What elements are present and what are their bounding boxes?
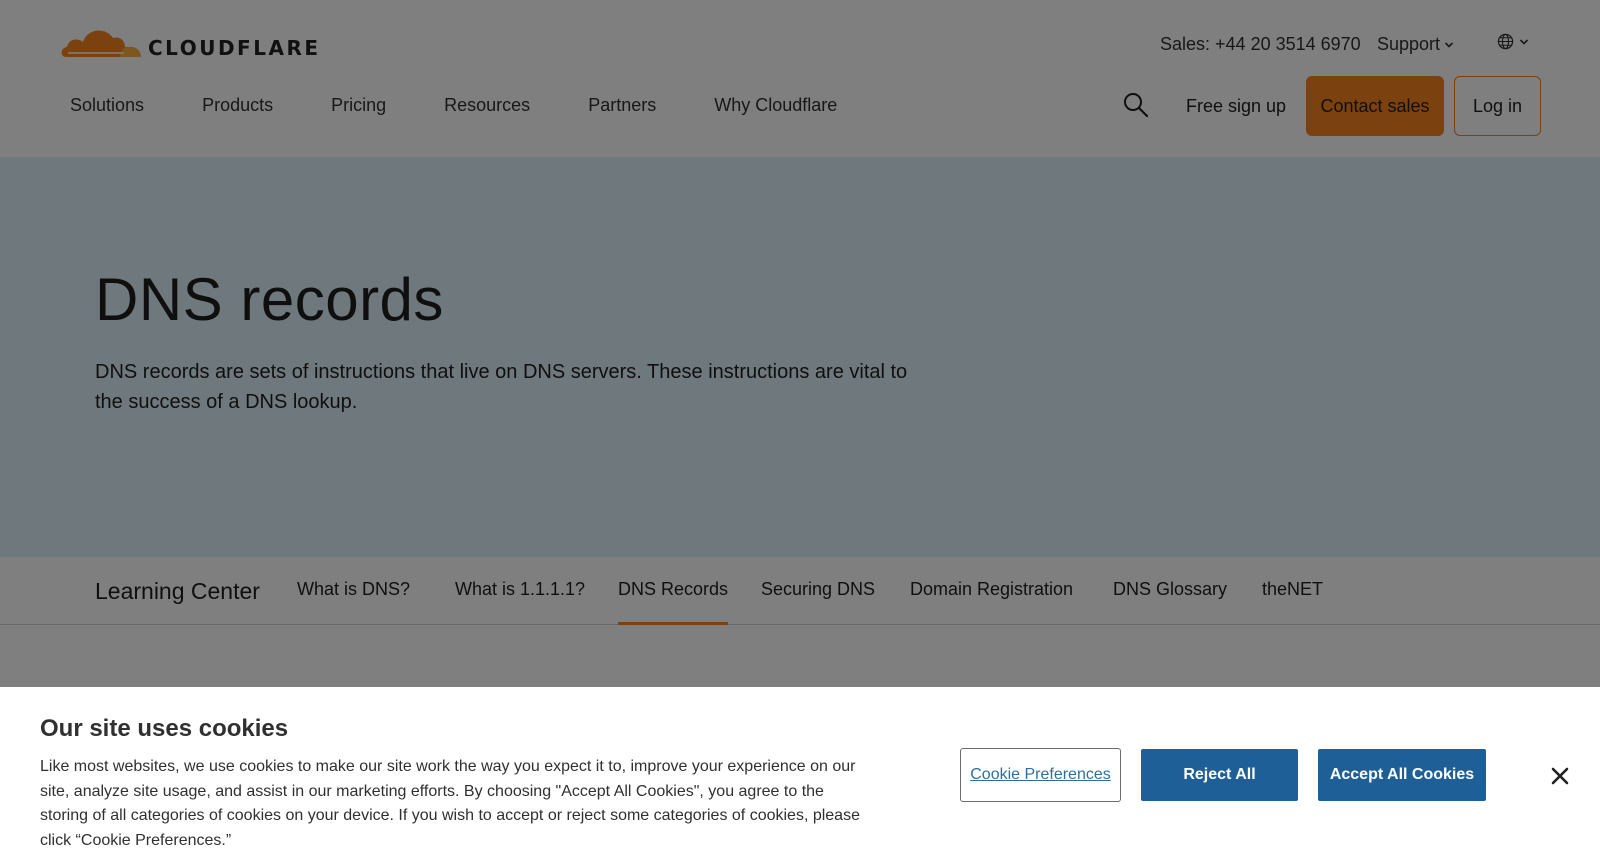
- cookie-title: Our site uses cookies: [40, 715, 289, 742]
- close-banner-button[interactable]: [1548, 764, 1572, 788]
- cookie-preferences-button[interactable]: Cookie Preferences: [960, 748, 1121, 802]
- cookie-text: Like most websites, we use cookies to ma…: [40, 758, 860, 849]
- close-icon: [1551, 767, 1569, 785]
- reject-all-button[interactable]: Reject All: [1141, 749, 1298, 801]
- cookie-overlay: [0, 0, 1600, 687]
- cookie-banner: Our site uses cookies Like most websites…: [0, 687, 1600, 865]
- accept-all-cookies-button[interactable]: Accept All Cookies: [1318, 749, 1486, 801]
